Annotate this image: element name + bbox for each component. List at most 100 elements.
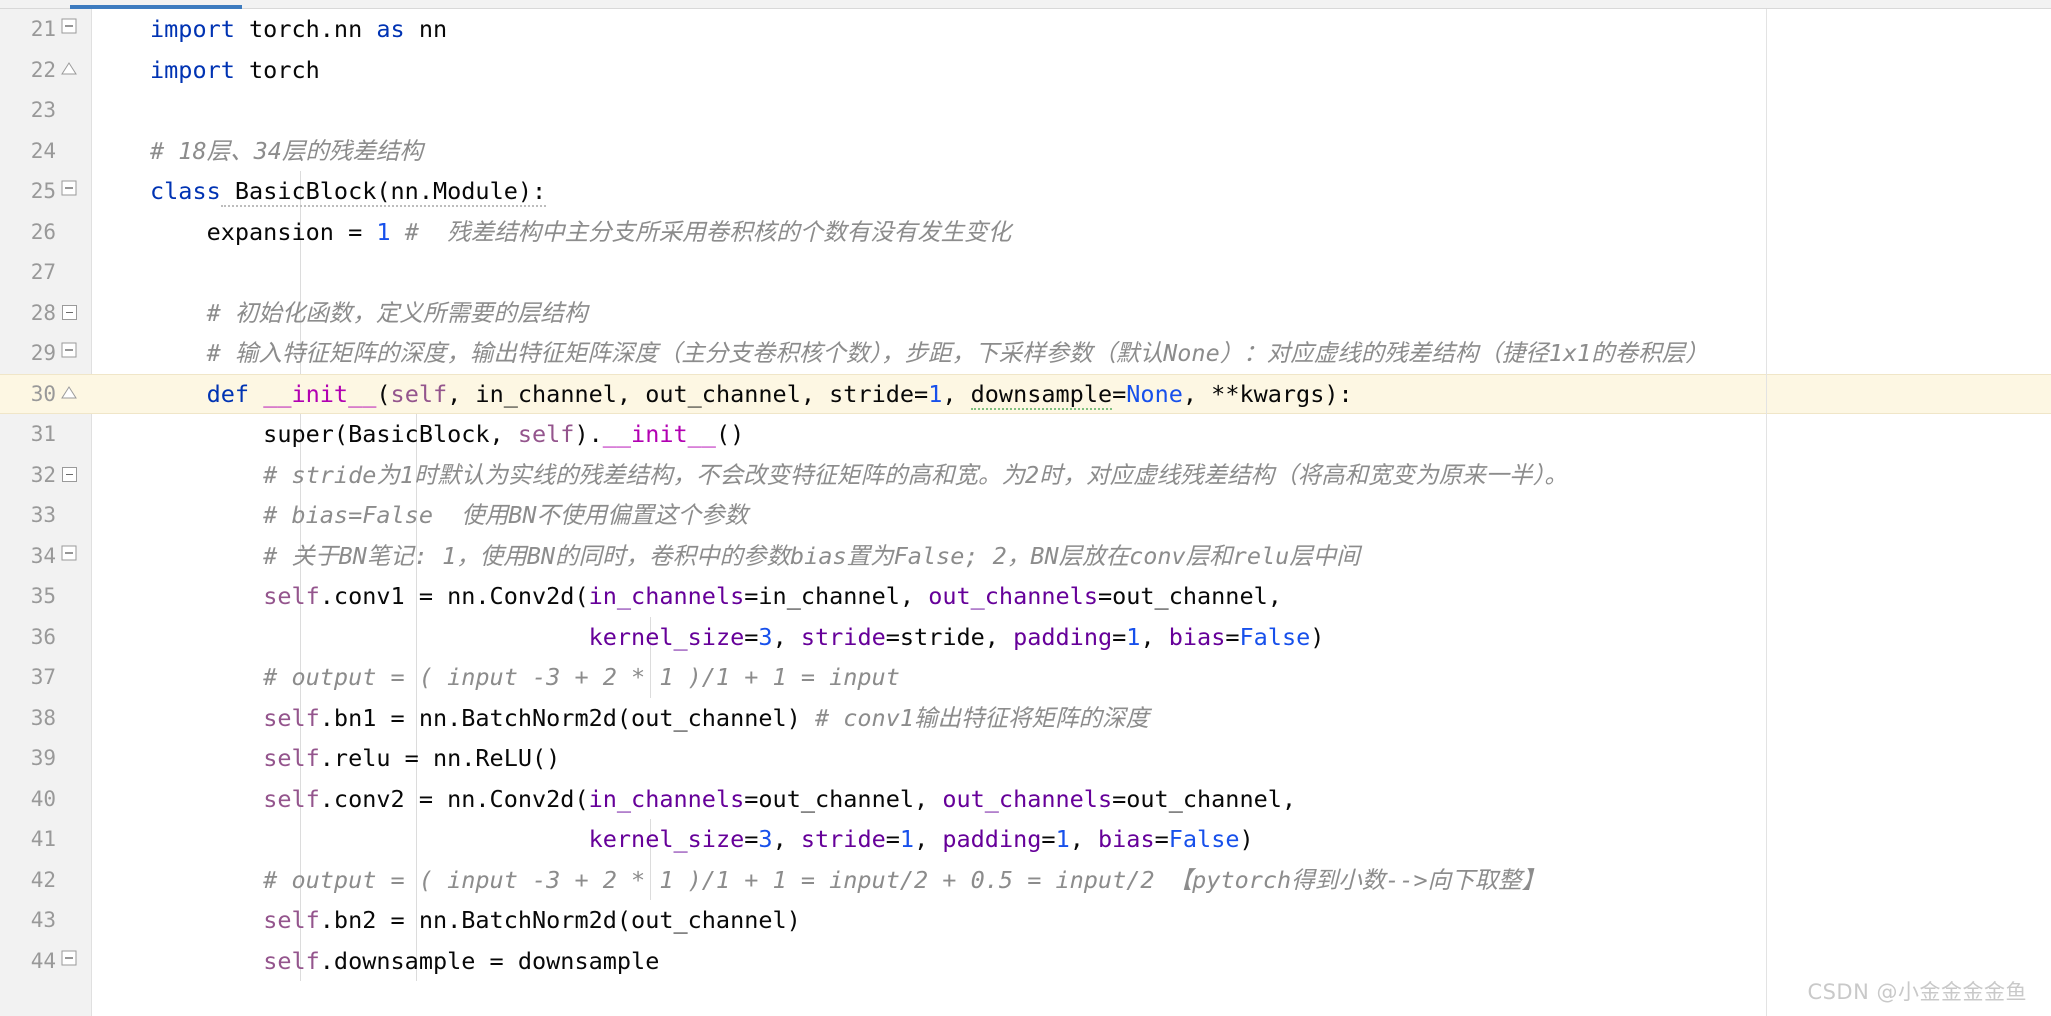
code-line[interactable]: 30 def __init__(self, in_channel, out_ch… xyxy=(0,373,2051,415)
code-line[interactable]: 21 import torch.nn as nn xyxy=(0,9,2051,50)
code-line[interactable]: 28 # 初始化函数，定义所需要的层结构 xyxy=(0,293,2051,334)
code-line-text: self.downsample = downsample xyxy=(150,941,659,982)
line-number: 36 xyxy=(30,624,56,649)
code-line[interactable]: 38 self.bn1 = nn.BatchNorm2d(out_channel… xyxy=(0,698,2051,739)
line-number: 39 xyxy=(30,746,56,770)
code-token: ) xyxy=(1310,622,1325,651)
code-token: self xyxy=(263,946,320,975)
code-token: 3 xyxy=(758,825,773,853)
code-line[interactable]: 31 super(BasicBlock, self).__init__() xyxy=(0,414,2051,455)
code-token: self xyxy=(263,744,320,772)
code-token: , xyxy=(914,825,943,853)
code-token: # 残差结构中主分支所采用卷积核的个数有没有发生变化 xyxy=(404,217,1012,246)
code-line[interactable]: 22 import torch xyxy=(0,50,2051,91)
code-token: torch.nn xyxy=(234,15,377,43)
code-line[interactable]: 36 kernel_size=3, stride=stride, padding… xyxy=(0,617,2051,658)
code-line[interactable]: 34 # 关于BN笔记: 1，使用BN的同时，卷积中的参数bias置为False… xyxy=(0,536,2051,577)
line-number: 41 xyxy=(30,827,56,851)
line-number: 43 xyxy=(30,908,56,932)
fold-collapse-box-icon[interactable] xyxy=(62,293,82,334)
fold-region-end-icon[interactable] xyxy=(61,374,82,415)
code-token: ). xyxy=(574,420,603,448)
code-token: False xyxy=(1239,622,1311,651)
code-token: downsample xyxy=(970,379,1113,410)
line-number: 26 xyxy=(30,219,56,244)
code-line-text: super(BasicBlock, self).__init__() xyxy=(150,414,744,455)
csdn-watermark: CSDN @小金金金金鱼 xyxy=(1807,980,2027,1004)
code-token: .downsample = downsample xyxy=(319,946,660,975)
code-token: .bn2 = nn.BatchNorm2d(out_channel) xyxy=(319,906,801,934)
fold-region-start-icon[interactable] xyxy=(61,171,82,212)
code-token: import xyxy=(150,55,235,84)
code-line-text: # 初始化函数，定义所需要的层结构 xyxy=(150,293,588,334)
code-line-text: class BasicBlock(nn.Module): xyxy=(150,171,547,212)
code-line[interactable]: 26 expansion = 1 # 残差结构中主分支所采用卷积核的个数有没有发… xyxy=(0,212,2051,253)
code-line[interactable]: 35 self.conv1 = nn.Conv2d(in_channels=in… xyxy=(0,576,2051,617)
code-line[interactable]: 25 class BasicBlock(nn.Module): xyxy=(0,171,2051,212)
line-number: 37 xyxy=(30,665,56,689)
code-token: padding xyxy=(942,825,1042,853)
fold-region-start-icon[interactable] xyxy=(61,536,82,577)
code-line[interactable]: 41 kernel_size=3, stride=1, padding=1, b… xyxy=(0,819,2051,860)
code-token: out_channels xyxy=(942,784,1113,813)
code-token: = xyxy=(1041,825,1056,853)
code-line-text: expansion = 1 # 残差结构中主分支所采用卷积核的个数有没有发生变化 xyxy=(150,212,1012,253)
code-token: # 输入特征矩阵的深度，输出特征矩阵深度（主分支卷积核个数），步距，下采样参数（… xyxy=(150,339,1709,367)
code-line-text: # output = ( input -3 + 2 * 1 )/1 + 1 = … xyxy=(150,860,1545,901)
fold-region-start-icon[interactable] xyxy=(61,333,82,374)
fold-collapse-box-icon[interactable] xyxy=(62,455,82,496)
code-token: .bn1 = nn.BatchNorm2d(out_channel) xyxy=(319,703,815,732)
code-line-text: # 18层、34层的残差结构 xyxy=(150,131,423,172)
code-line-text: # 输入特征矩阵的深度，输出特征矩阵深度（主分支卷积核个数），步距，下采样参数（… xyxy=(150,333,1709,374)
code-line-text: import torch.nn as nn xyxy=(150,9,447,50)
code-line[interactable]: 24 # 18层、34层的残差结构 xyxy=(0,131,2051,172)
editor-tab-strip: n xyxy=(0,0,2051,9)
code-line-text: # stride为1时默认为实线的残差结构，不会改变特征矩阵的高和宽。为2时，对… xyxy=(150,455,1568,496)
line-number: 40 xyxy=(30,786,56,811)
code-token: .conv2 = nn.Conv2d( xyxy=(319,784,589,813)
code-line[interactable]: 44 self.downsample = downsample xyxy=(0,941,2051,982)
code-line[interactable]: 42 # output = ( input -3 + 2 * 1 )/1 + 1… xyxy=(0,860,2051,901)
fold-region-start-icon[interactable] xyxy=(61,9,82,50)
code-token: # 初始化函数，定义所需要的层结构 xyxy=(150,298,588,327)
line-number: 22 xyxy=(30,57,56,82)
code-token: , xyxy=(1069,825,1099,853)
line-number: 28 xyxy=(30,300,56,325)
code-token: __init__ xyxy=(602,420,716,448)
code-line-text: # 关于BN笔记: 1，使用BN的同时，卷积中的参数bias置为False; 2… xyxy=(150,536,1360,577)
code-line[interactable]: 27 xyxy=(0,252,2051,293)
code-token: = xyxy=(1225,622,1240,651)
code-token: stride xyxy=(800,622,886,651)
code-token: out_channels xyxy=(928,582,1098,610)
code-line[interactable]: 33 # bias=False 使用BN不使用偏置这个参数 xyxy=(0,495,2051,536)
code-token: # conv1输出特征将矩阵的深度 xyxy=(814,703,1150,732)
fold-region-end-icon[interactable] xyxy=(61,50,82,91)
code-token: stride xyxy=(800,825,886,853)
code-line[interactable]: 29 # 输入特征矩阵的深度，输出特征矩阵深度（主分支卷积核个数），步距，下采样… xyxy=(0,333,2051,374)
code-token: = xyxy=(1154,825,1169,853)
fold-region-start-icon[interactable] xyxy=(61,941,82,982)
code-line[interactable]: 37 # output = ( input -3 + 2 * 1 )/1 + 1… xyxy=(0,657,2051,698)
code-token: import xyxy=(150,15,235,43)
line-number: 29 xyxy=(30,341,56,365)
code-line[interactable]: 39 self.relu = nn.ReLU() xyxy=(0,738,2051,779)
code-line[interactable]: 43 self.bn2 = nn.BatchNorm2d(out_channel… xyxy=(0,900,2051,941)
code-token: None xyxy=(1126,379,1183,408)
code-token: = xyxy=(885,825,900,853)
code-token: =stride, xyxy=(885,622,1014,651)
code-line[interactable]: 32 # stride为1时默认为实线的残差结构，不会改变特征矩阵的高和宽。为2… xyxy=(0,455,2051,496)
code-line[interactable]: 40 self.conv2 = nn.Conv2d(in_channels=ou… xyxy=(0,779,2051,820)
code-token: in_channels xyxy=(588,582,745,610)
code-line[interactable]: 23 xyxy=(0,90,2051,131)
code-line-text: # output = ( input -3 + 2 * 1 )/1 + 1 = … xyxy=(150,657,900,698)
code-token: ( xyxy=(376,379,391,408)
line-number: 42 xyxy=(30,867,56,892)
editor-tab-label[interactable]: n xyxy=(168,0,178,4)
code-token: __init__ xyxy=(249,379,377,408)
code-token: = xyxy=(744,825,759,853)
code-line-text: self.bn1 = nn.BatchNorm2d(out_channel) #… xyxy=(150,698,1149,739)
